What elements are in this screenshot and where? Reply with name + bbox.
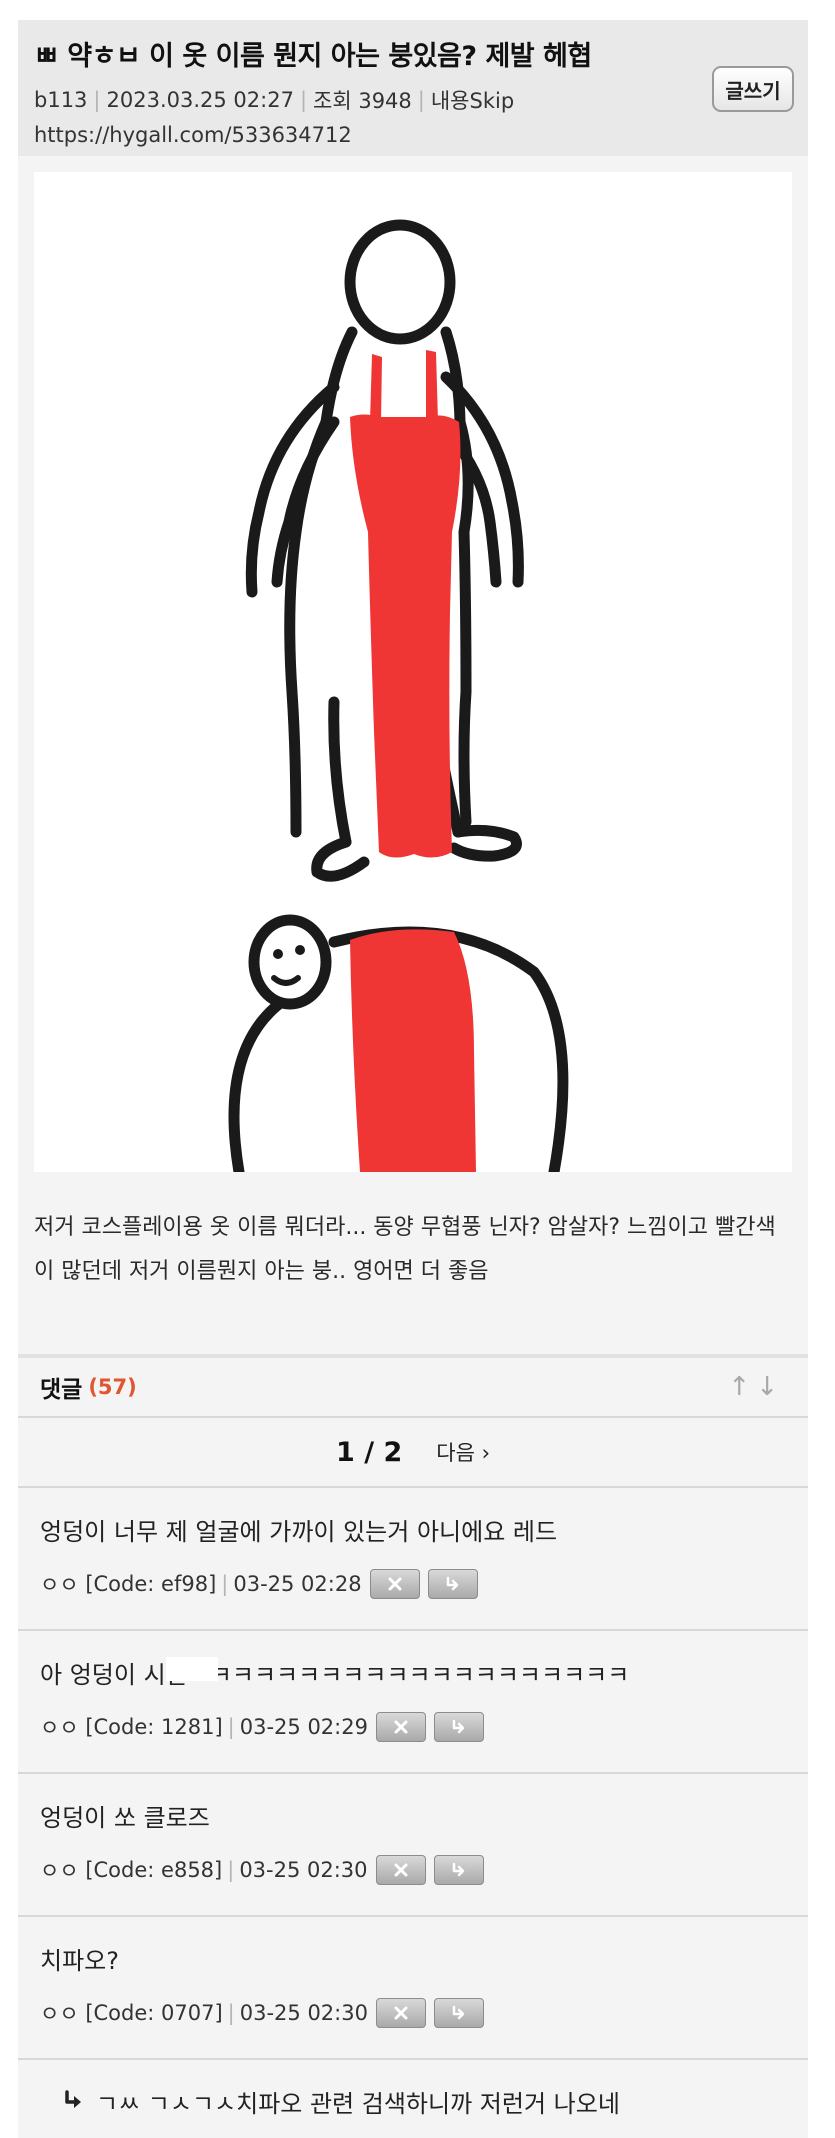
post-image: [34, 172, 792, 1172]
comment-item: 엉덩이 쏘 클로즈 ㅇㅇ [Code: e858] | 03-25 02:30: [18, 1774, 808, 1917]
comment-time: 03-25 02:30: [239, 1858, 368, 1882]
comment-meta: ㅇㅇ [Code: ef98] | 03-25 02:28: [40, 1569, 786, 1599]
reply-comment-button[interactable]: [427, 1569, 478, 1599]
post-datetime: 2023.03.25 02:27: [106, 88, 294, 112]
meta-divider: |: [227, 2001, 235, 2025]
comment-meta: ㅇㅇ [Code: e858] | 03-25 02:30: [40, 1855, 786, 1885]
comment-code: [Code: e858]: [85, 1858, 223, 1882]
comment-text: 치파오?: [40, 1947, 119, 1975]
delete-comment-button[interactable]: [375, 1712, 426, 1742]
meta-divider: |: [227, 1858, 235, 1882]
post-url[interactable]: https://hygall.com/533634712: [34, 123, 792, 147]
stick-figure-drawing: [34, 172, 792, 1172]
sort-down-icon[interactable]: ↓: [756, 1372, 778, 1402]
reply-icon: [452, 1862, 464, 1877]
post-views: 조회 3948: [313, 89, 412, 113]
delete-icon: [394, 1720, 408, 1734]
comments-header: 댓글 (57) ↑ ↓: [18, 1354, 808, 1418]
comment-time: 03-25 02:28: [233, 1572, 362, 1596]
write-post-button[interactable]: 글쓰기: [712, 66, 794, 112]
post-header: ㅃ 약ㅎㅂ 이 옷 이름 뭔지 아는 붕있음? 제발 헤협 b113 | 202…: [18, 20, 808, 156]
comment-code: [Code: 1281]: [85, 1715, 223, 1739]
comment-code: [Code: 0707]: [85, 2001, 223, 2025]
comment-user: ㅇㅇ: [40, 1859, 79, 1883]
comment-time: 03-25 02:29: [239, 1715, 368, 1739]
delete-comment-button[interactable]: [369, 1569, 420, 1599]
delete-icon: [394, 1863, 408, 1877]
meta-divider: |: [227, 1715, 235, 1739]
reply-text: ㄱㅆ ㄱㅅㄱㅅ치파오 관련 검색하니까 저런거 나오네: [96, 2089, 620, 2118]
comment-pager: 1 / 2 다음 ›: [18, 1418, 808, 1488]
comment-item: 아 엉덩이 시발ㅋㅋㅋㅋㅋㅋㅋㅋㅋㅋㅋㅋㅋㅋㅋㅋㅋㅋㅋㅋ ㅇㅇ [Code: 1…: [18, 1631, 808, 1774]
delete-icon: [394, 2006, 408, 2020]
meta-divider: |: [93, 88, 101, 112]
comment-code: [Code: ef98]: [85, 1572, 217, 1596]
post-meta: b113 | 2023.03.25 02:27 | 조회 3948 | 내용Sk…: [34, 85, 792, 115]
delete-comment-button[interactable]: [375, 1998, 426, 2028]
delete-icon: [388, 1577, 402, 1591]
meta-divider: |: [221, 1572, 229, 1596]
reply-comment-button[interactable]: [433, 1998, 484, 2028]
comment-text: 아 엉덩이 시발ㅋㅋㅋㅋㅋㅋㅋㅋㅋㅋㅋㅋㅋㅋㅋㅋㅋㅋㅋㅋ: [40, 1661, 630, 1689]
reply-arrow-icon: [65, 2090, 81, 2108]
post-author[interactable]: b113: [34, 88, 87, 112]
reply-comment-button[interactable]: [433, 1855, 484, 1885]
comment-user: ㅇㅇ: [40, 2002, 79, 2026]
reply-item: ㄱㅆ ㄱㅅㄱㅅ치파오 관련 검색하니까 저런거 나오네: [40, 2060, 808, 2120]
comment-user: ㅇㅇ: [40, 1716, 79, 1740]
comment-text: 엉덩이 쏘 클로즈: [40, 1804, 210, 1832]
meta-divider: |: [417, 88, 425, 112]
reply-comment-button[interactable]: [433, 1712, 484, 1742]
comment-item: 엉덩이 너무 제 얼굴에 가까이 있는거 아니에요 레드 ㅇㅇ [Code: e…: [18, 1488, 808, 1631]
pager-next-link[interactable]: 다음 ›: [436, 1437, 490, 1467]
post-title: ㅃ 약ㅎㅂ 이 옷 이름 뭔지 아는 붕있음? 제발 헤협: [34, 41, 592, 72]
content-skip-link[interactable]: 내용Skip: [431, 85, 514, 115]
comment-time: 03-25 02:30: [239, 2001, 368, 2025]
comments-count: (57): [88, 1375, 137, 1399]
post-view: ㅃ 약ㅎㅂ 이 옷 이름 뭔지 아는 붕있음? 제발 헤협 b113 | 202…: [18, 20, 808, 2138]
pager-current: 1 / 2: [336, 1436, 403, 1468]
meta-divider: |: [299, 88, 308, 112]
comment-user: ㅇㅇ: [40, 1573, 79, 1597]
reply-icon: [446, 1576, 458, 1591]
comment-item: 치파오? ㅇㅇ [Code: 0707] | 03-25 02:30: [18, 1917, 808, 2060]
delete-comment-button[interactable]: [375, 1855, 426, 1885]
sort-up-icon[interactable]: ↑: [728, 1372, 750, 1402]
comment-sort[interactable]: ↑ ↓: [728, 1372, 778, 1402]
comments-label: 댓글: [40, 1377, 83, 1403]
post-body: 저거 코스플레이용 옷 이름 뭐더라... 동양 무협풍 닌자? 암살자? 느낌…: [34, 1215, 776, 1284]
comment-meta: ㅇㅇ [Code: 1281] | 03-25 02:29: [40, 1712, 786, 1742]
censor-mask: [166, 1657, 218, 1681]
reply-icon: [452, 1719, 465, 1734]
reply-icon: [452, 2005, 465, 2020]
comment-meta: ㅇㅇ [Code: 0707] | 03-25 02:30: [40, 1998, 786, 2028]
comment-text: 엉덩이 너무 제 얼굴에 가까이 있는거 아니에요 레드: [40, 1518, 558, 1546]
